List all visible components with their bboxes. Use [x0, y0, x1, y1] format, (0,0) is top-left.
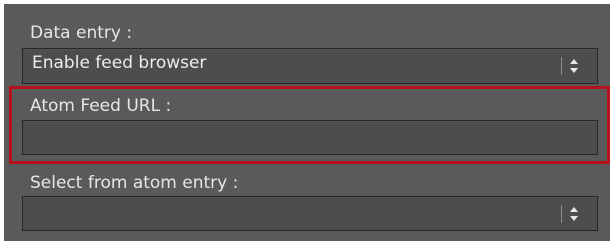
highlight-box	[9, 86, 610, 164]
dropdown-divider	[561, 205, 562, 223]
select-atom-entry-label: Select from atom entry :	[30, 173, 239, 193]
up-down-arrows-icon	[570, 207, 578, 221]
up-down-arrows-icon	[570, 59, 578, 73]
data-entry-value: Enable feed browser	[32, 53, 207, 73]
data-entry-label: Data entry :	[30, 23, 133, 43]
dropdown-divider	[561, 57, 562, 75]
select-atom-entry-select[interactable]	[22, 196, 598, 231]
data-entry-select[interactable]: Enable feed browser	[22, 48, 598, 84]
